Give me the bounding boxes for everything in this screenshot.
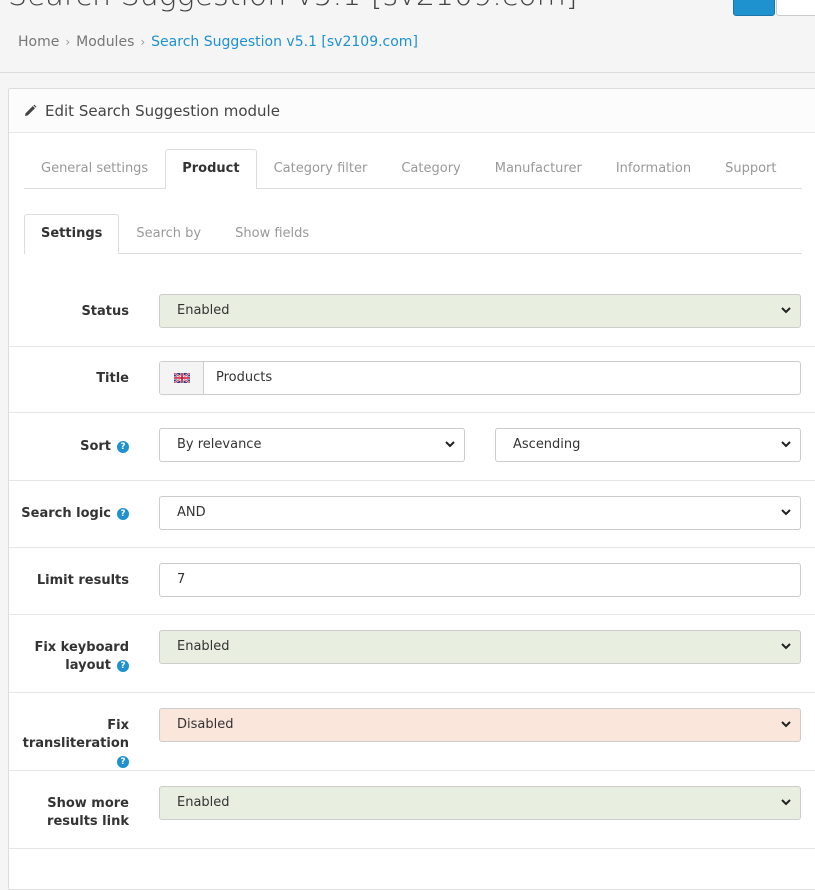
show-more-results-link-row: Show more results link Enabled [9, 770, 815, 849]
breadcrumb-current[interactable]: Search Suggestion v5.1 [sv2109.com] [151, 34, 418, 50]
tab-support[interactable]: Support [708, 149, 793, 189]
cancel-button[interactable] [776, 0, 815, 16]
title-input-group: Products [159, 361, 801, 395]
title-label: Title [96, 371, 129, 386]
uk-flag-icon [174, 373, 190, 383]
edit-panel: Edit Search Suggestion module General se… [8, 88, 815, 890]
breadcrumb-modules[interactable]: Modules [76, 34, 134, 50]
header-divider [0, 72, 815, 73]
tab-general-settings[interactable]: General settings [24, 149, 165, 189]
sort-row: Sort? By relevance Ascending [9, 412, 815, 481]
chevron-down-icon [781, 441, 791, 448]
tab-product[interactable]: Product [165, 149, 257, 189]
chevron-down-icon [781, 307, 791, 314]
show-more-results-link-select[interactable]: Enabled [159, 786, 801, 820]
status-select[interactable]: Enabled [159, 294, 801, 328]
help-icon[interactable]: ? [117, 756, 129, 768]
page-title: Search Suggestion v5.1 [sv2109.com] [8, 0, 578, 13]
status-label: Status [81, 304, 129, 319]
fix-transliteration-row: Fix transliteration? Disabled [9, 692, 815, 771]
subtab-search-by[interactable]: Search by [119, 214, 218, 254]
fix-keyboard-layout-select[interactable]: Enabled [159, 630, 801, 664]
breadcrumb-home[interactable]: Home [18, 34, 59, 50]
help-icon[interactable]: ? [117, 508, 129, 520]
limit-results-input[interactable]: 7 [159, 563, 801, 597]
breadcrumb: Home › Modules › Search Suggestion v5.1 [sv2… [18, 34, 418, 50]
help-icon[interactable]: ? [117, 441, 129, 453]
search-logic-row: Search logic? AND [9, 480, 815, 548]
chevron-down-icon [781, 643, 791, 650]
chevron-down-icon [781, 509, 791, 516]
limit-results-label: Limit results [36, 573, 129, 588]
tab-information[interactable]: Information [599, 149, 708, 189]
panel-heading: Edit Search Suggestion module [9, 89, 815, 133]
fix-transliteration-label: Fix transliteration? [22, 718, 129, 768]
status-row: Status Enabled [9, 278, 815, 347]
sort-label: Sort? [80, 438, 129, 456]
search-logic-label: Search logic? [21, 505, 129, 523]
fix-keyboard-layout-row: Fix keyboard layout? Enabled [9, 614, 815, 693]
title-row: Title Products [9, 346, 815, 413]
tab-category-filter[interactable]: Category filter [257, 149, 385, 189]
sort-order-select[interactable]: Ascending [495, 428, 801, 462]
tab-manufacturer[interactable]: Manufacturer [478, 149, 599, 189]
help-icon[interactable]: ? [117, 660, 129, 672]
chevron-down-icon [445, 441, 455, 448]
save-button[interactable] [733, 0, 775, 16]
chevron-down-icon [781, 721, 791, 728]
language-addon [160, 362, 204, 394]
search-logic-select[interactable]: AND [159, 496, 801, 530]
show-more-results-link-label: Show more results link [47, 796, 129, 829]
tab-category[interactable]: Category [384, 149, 477, 189]
subtab-settings[interactable]: Settings [24, 214, 120, 254]
limit-results-row: Limit results 7 [9, 547, 815, 615]
sort-field-select[interactable]: By relevance [159, 428, 465, 462]
breadcrumb-separator: › [65, 35, 71, 49]
chevron-down-icon [781, 799, 791, 806]
subtab-show-fields[interactable]: Show fields [218, 214, 326, 254]
main-tabs: General settings Product Category filter… [24, 149, 802, 189]
panel-title: Edit Search Suggestion module [45, 101, 280, 120]
breadcrumb-separator: › [140, 35, 146, 49]
fix-keyboard-layout-label: Fix keyboard layout? [34, 640, 129, 673]
pencil-icon [25, 104, 37, 116]
sub-tabs: Settings Search by Show fields [24, 214, 802, 254]
title-input[interactable]: Products [216, 370, 272, 385]
fix-transliteration-select[interactable]: Disabled [159, 708, 801, 742]
